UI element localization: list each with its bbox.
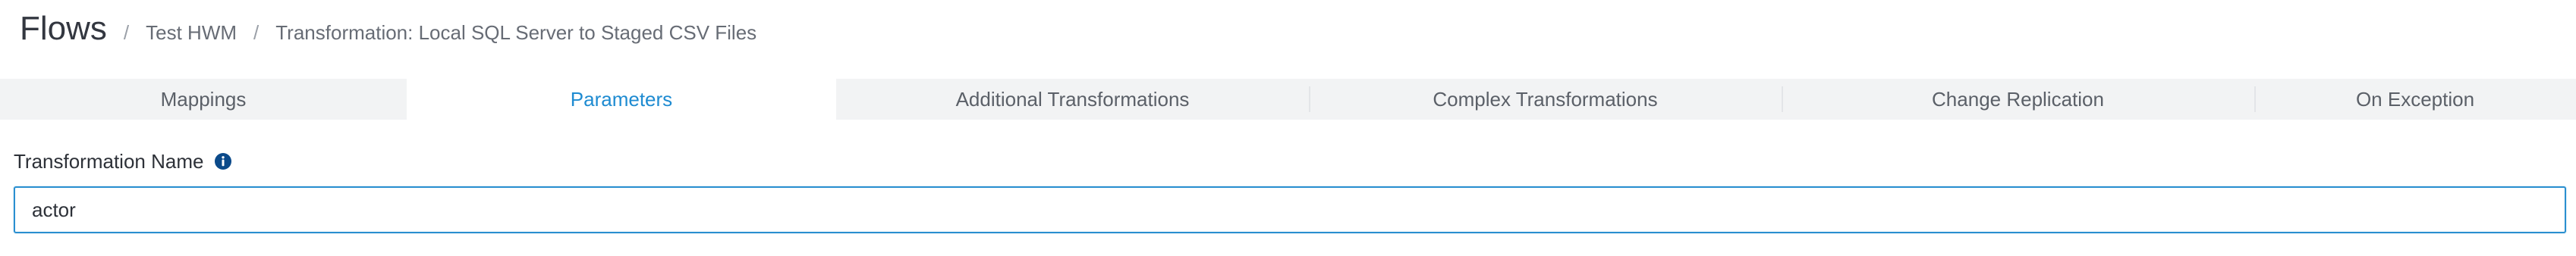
transformation-name-input[interactable] bbox=[32, 198, 2548, 222]
page-title[interactable]: Flows bbox=[20, 6, 107, 52]
transformation-name-label-row: Transformation Name bbox=[14, 148, 232, 174]
breadcrumb: Flows / Test HWM / Transformation: Local… bbox=[20, 6, 756, 52]
tab-additional-transformations[interactable]: Additional Transformations bbox=[836, 79, 1309, 120]
breadcrumb-item-flow[interactable]: Test HWM bbox=[146, 10, 237, 55]
page: Flows / Test HWM / Transformation: Local… bbox=[0, 0, 2576, 256]
tab-mappings[interactable]: Mappings bbox=[0, 79, 407, 120]
tab-on-exception[interactable]: On Exception bbox=[2254, 79, 2576, 120]
breadcrumb-item-transformation: Transformation: Local SQL Server to Stag… bbox=[275, 21, 757, 44]
transformation-name-label: Transformation Name bbox=[14, 149, 204, 173]
breadcrumb-separator: / bbox=[253, 21, 259, 44]
tab-change-replication[interactable]: Change Replication bbox=[1782, 79, 2254, 120]
transformation-name-field-box bbox=[14, 186, 2566, 233]
tab-bar: Mappings Parameters Additional Transform… bbox=[0, 79, 2576, 120]
tab-complex-transformations[interactable]: Complex Transformations bbox=[1309, 79, 1782, 120]
tab-parameters[interactable]: Parameters bbox=[407, 79, 836, 120]
info-icon[interactable] bbox=[214, 152, 232, 170]
breadcrumb-separator: / bbox=[123, 21, 130, 44]
